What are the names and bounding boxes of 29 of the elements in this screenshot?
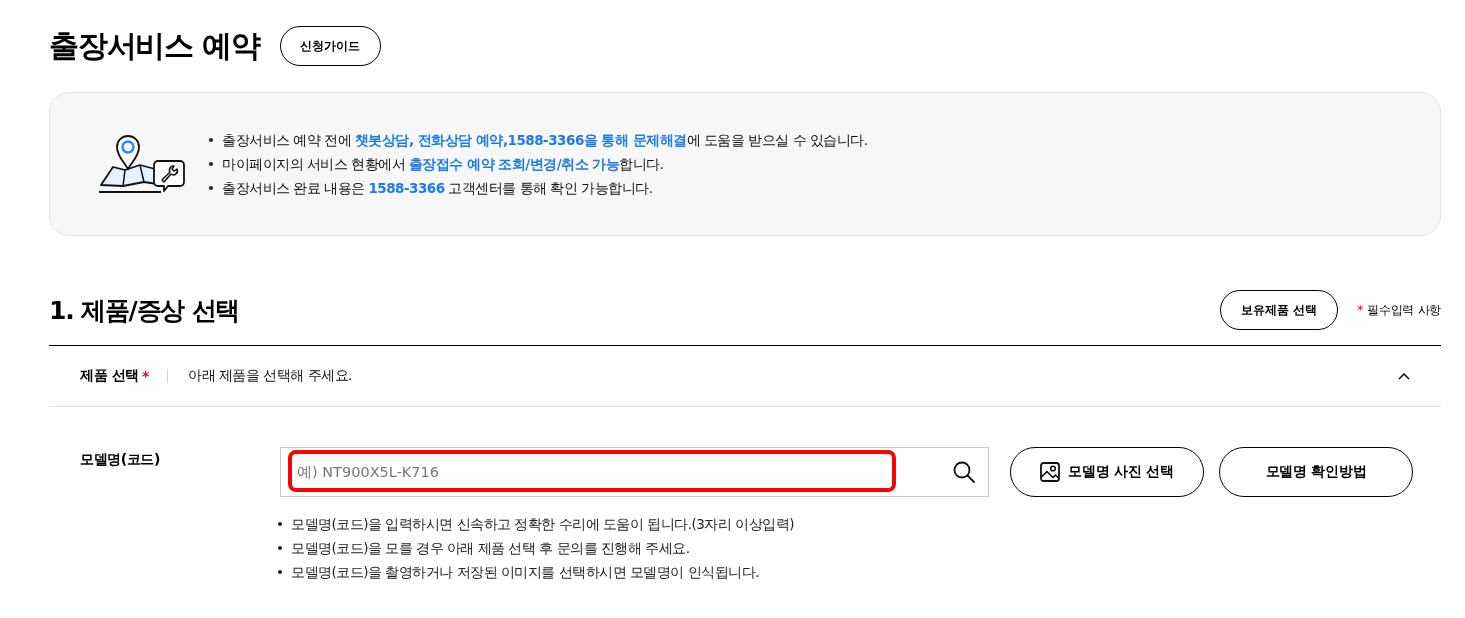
guide-button[interactable]: 신청가이드 <box>279 26 381 66</box>
bullet-icon <box>278 546 282 550</box>
required-mark: * <box>141 368 150 384</box>
map-pin-wrench-icon <box>98 134 186 194</box>
field-label: 제품 선택 <box>80 367 139 385</box>
image-icon <box>1040 462 1061 482</box>
hint-text: 모델명(코드)을 입력하시면 신속하고 정확한 수리에 도움이 됩니다.(3자리 이상입력) <box>291 515 794 534</box>
notice-text: 마이페이지의 서비스 현황에서 출장접수 예약 조회/변경/취소 가능합니다. <box>222 155 664 174</box>
model-help-button[interactable]: 모델명 확인방법 <box>1219 447 1413 497</box>
photo-select-button[interactable]: 모델명 사진 선택 <box>1010 447 1204 497</box>
page-title: 출장서비스 예약 <box>49 27 260 65</box>
required-note: 필수입력 사항 <box>1367 301 1441 319</box>
hint-text: 모델명(코드)을 촬영하거나 저장된 이미지를 선택하시면 모델명이 인식됩니다. <box>291 563 760 582</box>
field-label: 모델명(코드) <box>80 450 161 469</box>
product-select-row[interactable]: 제품 선택 * 아래 제품을 선택해 주세요. <box>49 346 1441 407</box>
bullet-icon <box>209 162 213 166</box>
product-prompt: 아래 제품을 선택해 주세요. <box>188 367 352 385</box>
bullet-icon <box>209 186 213 190</box>
required-mark: * <box>1357 303 1364 317</box>
owned-products-button[interactable]: 보유제품 선택 <box>1220 290 1339 330</box>
notice-text: 출장서비스 완료 내용은 1588-3366 고객센터를 통해 확인 가능합니다. <box>222 179 653 198</box>
search-icon[interactable] <box>953 461 975 483</box>
chevron-up-icon[interactable] <box>1398 372 1410 380</box>
notice-text: 출장서비스 예약 전에 챗봇상담, 전화상담 예약,1588-3366을 통해 문제해결에 도움을 받으실 수 있습니다. <box>222 131 868 150</box>
bullet-icon <box>278 570 282 574</box>
bullet-icon <box>209 138 213 142</box>
hint-text: 모델명(코드)을 모를 경우 아래 제품 선택 후 문의를 진행해 주세요. <box>291 539 690 558</box>
section-title: 1. 제품/증상 선택 <box>49 294 240 327</box>
bullet-icon <box>278 522 282 526</box>
